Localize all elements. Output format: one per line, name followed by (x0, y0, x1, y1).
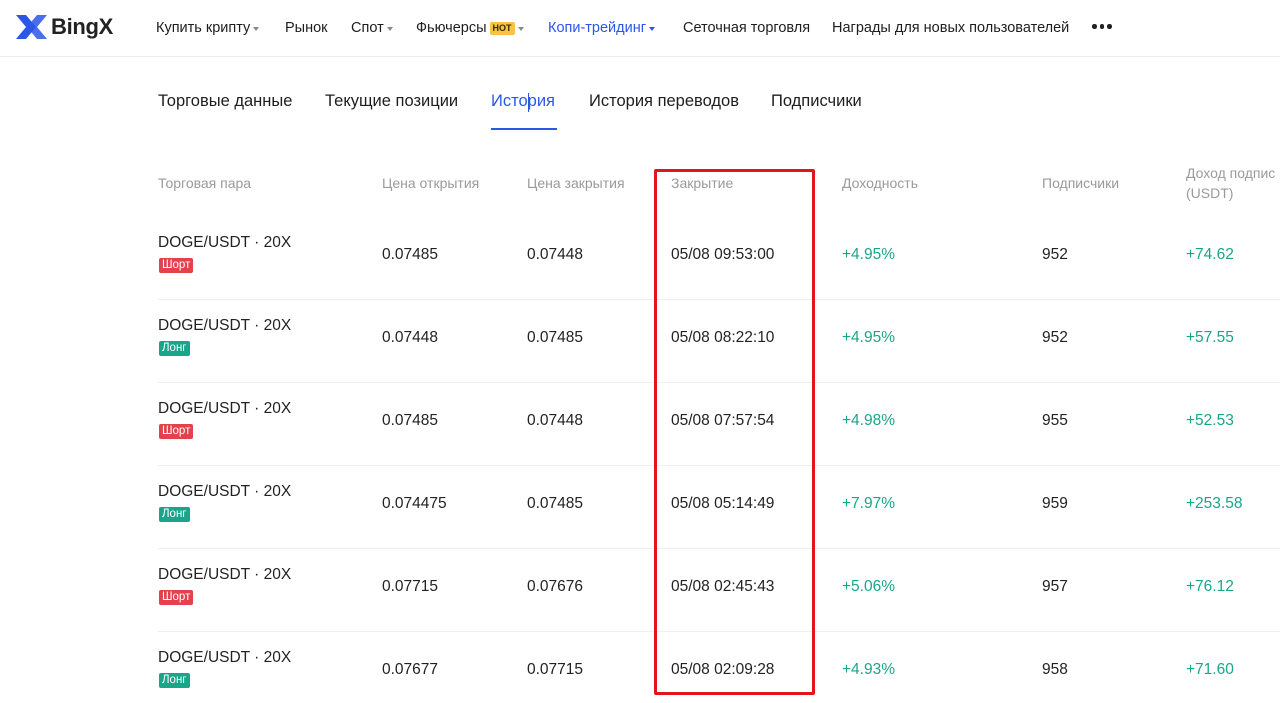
tab-current-positions[interactable]: Текущие позиции (325, 92, 458, 111)
yield: +4.98% (842, 412, 896, 429)
nav-item-label: Награды для новых пользователей (832, 20, 1070, 36)
close-price: 0.07715 (527, 661, 584, 678)
follower-income: +76.12 (1186, 578, 1234, 595)
open-price: 0.07677 (382, 661, 439, 678)
active-tab-underline (491, 128, 557, 130)
followers-count: 957 (1042, 578, 1068, 595)
text-cursor (528, 93, 529, 112)
side-badge: Лонг (159, 341, 190, 356)
column-header-close-price: Цена закрытия (527, 175, 625, 191)
side-badge: Шорт (159, 424, 194, 439)
nav-item-new-user-rewards[interactable]: Награды для новых пользователей (832, 19, 1069, 37)
close-price: 0.07448 (527, 412, 584, 429)
logo-text: BingX (51, 14, 114, 39)
caret-down-icon (517, 27, 524, 31)
trading-pair: DOGE/USDT · 20X (158, 566, 292, 583)
tab-trading-data[interactable]: Торговые данные (158, 92, 292, 111)
close-price: 0.07676 (527, 578, 584, 595)
follower-income: +57.55 (1186, 329, 1234, 346)
yield: +4.93% (842, 661, 896, 678)
side-badge: Шорт (159, 590, 194, 605)
tab-history[interactable]: История (491, 92, 555, 111)
close-time-highlight-box (654, 169, 815, 695)
yield: +4.95% (842, 329, 896, 346)
trading-pair: DOGE/USDT · 20X (158, 317, 292, 334)
close-price: 0.07485 (527, 329, 584, 346)
column-header-income-line1: Доход подпис (1186, 165, 1276, 181)
column-header-income-line2: (USDT) (1186, 185, 1234, 201)
bingx-logo-icon (16, 15, 47, 39)
nav-item-label: Фьючерсы (416, 20, 487, 36)
followers-count: 958 (1042, 661, 1068, 678)
nav-item-label: Рынок (285, 20, 328, 36)
nav-item-spot[interactable]: Спот (351, 19, 393, 37)
follower-income: +253.58 (1186, 495, 1243, 512)
side-badge: Шорт (159, 258, 194, 273)
yield: +5.06% (842, 578, 896, 595)
open-price: 0.074475 (382, 495, 447, 512)
caret-down-icon (649, 27, 656, 31)
caret-down-icon (386, 27, 393, 31)
nav-item-market[interactable]: Рынок (285, 19, 328, 37)
side-badge: Лонг (159, 673, 190, 688)
trading-pair: DOGE/USDT · 20X (158, 483, 292, 500)
side-badge: Лонг (159, 507, 190, 522)
column-header-income: Доход подпис (USDT) (1186, 163, 1275, 203)
top-navigation: BingX Купить крипту Рынок Спот Фьючерсы … (0, 0, 1280, 57)
follower-income: +74.62 (1186, 246, 1234, 263)
nav-item-label: Спот (351, 20, 384, 36)
followers-count: 955 (1042, 412, 1068, 429)
nav-item-copy-trading[interactable]: Копи-трейдинг (548, 19, 656, 37)
bingx-logo[interactable]: BingX (15, 13, 113, 41)
hot-badge: HOT (489, 21, 515, 35)
open-price: 0.07715 (382, 578, 439, 595)
close-price: 0.07485 (527, 495, 584, 512)
followers-count: 959 (1042, 495, 1068, 512)
follower-income: +71.60 (1186, 661, 1234, 678)
column-header-followers: Подписчики (1042, 175, 1120, 191)
column-header-open-price: Цена открытия (382, 175, 480, 191)
open-price: 0.07448 (382, 329, 439, 346)
column-header-yield: Доходность (842, 175, 918, 191)
trading-pair: DOGE/USDT · 20X (158, 234, 292, 251)
more-horizontal-icon[interactable] (1092, 24, 1112, 29)
nav-item-buy-crypto[interactable]: Купить крипту (156, 19, 260, 37)
nav-item-label: Купить крипту (156, 20, 251, 36)
nav-item-grid-trading[interactable]: Сеточная торговля (683, 19, 810, 37)
trading-pair: DOGE/USDT · 20X (158, 649, 292, 666)
caret-down-icon (253, 27, 260, 31)
close-price: 0.07448 (527, 246, 584, 263)
open-price: 0.07485 (382, 246, 439, 263)
column-header-pair: Торговая пара (158, 175, 252, 191)
yield: +7.97% (842, 495, 896, 512)
nav-item-label: Копи-трейдинг (548, 20, 647, 36)
tab-followers[interactable]: Подписчики (771, 92, 862, 111)
open-price: 0.07485 (382, 412, 439, 429)
followers-count: 952 (1042, 246, 1068, 263)
trading-pair: DOGE/USDT · 20X (158, 400, 292, 417)
nav-item-label: Сеточная торговля (683, 20, 811, 36)
followers-count: 952 (1042, 329, 1068, 346)
follower-income: +52.53 (1186, 412, 1234, 429)
yield: +4.95% (842, 246, 896, 263)
nav-item-futures[interactable]: Фьючерсы HOT (416, 19, 524, 37)
tab-transfer-history[interactable]: История переводов (589, 92, 739, 111)
